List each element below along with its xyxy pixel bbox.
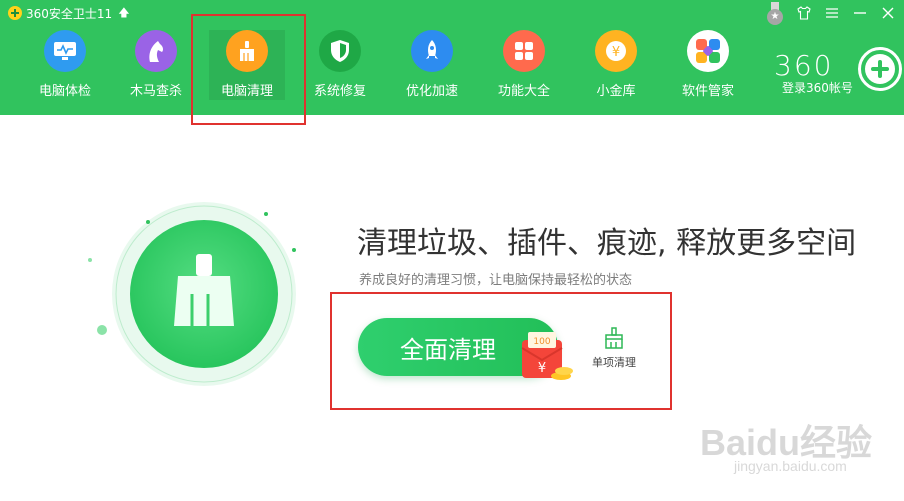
horse-icon xyxy=(135,30,177,72)
shield-icon xyxy=(319,30,361,72)
minimize-icon[interactable] xyxy=(852,5,868,21)
nav-label: 电脑清理 xyxy=(220,84,273,99)
cleanup-illustration xyxy=(88,202,296,386)
nav-label: 优化加速 xyxy=(405,84,458,99)
upgrade-arrow-icon[interactable]: 🡅 xyxy=(118,4,129,23)
monitor-pulse-icon xyxy=(44,30,86,72)
nav-label: 小金库 xyxy=(596,84,636,99)
grid-icon xyxy=(503,30,545,72)
nav-item-coffer[interactable]: ¥ 小金库 xyxy=(578,30,654,100)
svg-text:¥: ¥ xyxy=(612,45,620,60)
medal-icon[interactable]: ★ xyxy=(766,2,784,25)
page-headline: 清理垃圾、插件、痕迹, 释放更多空间 xyxy=(357,226,857,261)
login-link[interactable]: 登录360帐号 xyxy=(782,79,853,96)
nav-label: 软件管家 xyxy=(681,84,734,99)
rocket-icon xyxy=(411,30,453,72)
plus-icon xyxy=(865,54,895,84)
header-bar: 360安全卫士11 🡅 ★ 电脑体检 木马查杀 电脑清理 系统修复 优化加速 功… xyxy=(0,0,904,125)
shirt-icon[interactable] xyxy=(796,5,812,21)
single-clean-button[interactable]: 单项清理 xyxy=(586,326,642,372)
brand-360-logo: 360 xyxy=(774,49,834,82)
red-packet-icon[interactable]: 100 ¥ xyxy=(520,326,574,384)
menu-icon[interactable] xyxy=(824,5,840,21)
red-packet-amount: 100 xyxy=(533,337,550,347)
account-area[interactable]: 360 登录360帐号 xyxy=(774,45,902,105)
nav-label: 电脑体检 xyxy=(38,84,91,99)
broom-outline-icon xyxy=(605,327,623,349)
app-title: 360安全卫士11 🡅 xyxy=(8,4,130,22)
nav-label: 功能大全 xyxy=(497,84,550,99)
nav-label: 系统修复 xyxy=(313,84,366,99)
coin-yen-icon: ¥ xyxy=(595,30,637,72)
nav-item-trojan-scan[interactable]: 木马查杀 xyxy=(118,30,194,100)
nav-item-software-manager[interactable]: 软件管家 xyxy=(670,30,746,100)
broom-icon xyxy=(226,30,268,72)
nav-item-pc-checkup[interactable]: 电脑体检 xyxy=(27,30,103,100)
nav-item-all-features[interactable]: 功能大全 xyxy=(486,30,562,100)
baidu-jingyan-watermark: Baidu经验 jingyan.baidu.com xyxy=(700,400,900,490)
app-logo-icon xyxy=(8,6,22,20)
nav-item-pc-cleanup[interactable]: 电脑清理 xyxy=(209,30,285,100)
nav-item-system-repair[interactable]: 系统修复 xyxy=(302,30,378,100)
close-icon[interactable] xyxy=(880,5,896,21)
nav-item-speed-up[interactable]: 优化加速 xyxy=(394,30,470,100)
watermark-url: jingyan.baidu.com xyxy=(734,458,847,474)
app-title-text: 360安全卫士11 xyxy=(26,6,113,21)
red-packet-symbol: ¥ xyxy=(538,361,546,376)
nav-label: 木马查杀 xyxy=(129,84,182,99)
add-account-button[interactable] xyxy=(858,47,902,91)
app-window: 360安全卫士11 🡅 ★ 电脑体检 木马查杀 电脑清理 系统修复 优化加速 功… xyxy=(0,0,904,501)
apps-flower-icon xyxy=(687,30,729,72)
window-controls: ★ xyxy=(766,2,896,25)
page-subtitle: 养成良好的清理习惯，让电脑保持最轻松的状态 xyxy=(359,273,633,288)
single-clean-label: 单项清理 xyxy=(592,356,636,369)
